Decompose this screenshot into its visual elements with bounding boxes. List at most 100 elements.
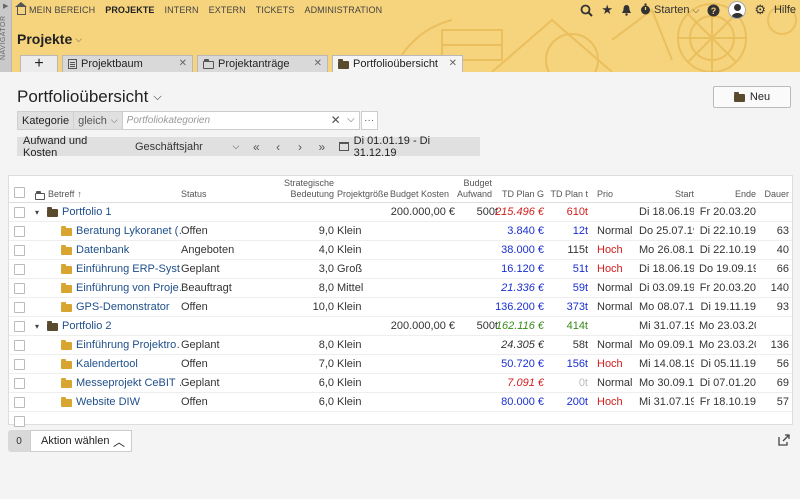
- expand-toggle-icon[interactable]: ▾: [35, 203, 43, 222]
- first-period-button[interactable]: «: [245, 137, 267, 156]
- measure-select[interactable]: Aufwand und Kosten: [17, 135, 129, 159]
- filter-operator-select[interactable]: gleich ⌵: [74, 111, 122, 130]
- project-row[interactable]: Kalendertool Offen 7,0 Klein 50.720 € 156t Hoc…: [9, 355, 792, 374]
- action-select[interactable]: Aktion wählen ︿: [30, 430, 132, 452]
- nav-item-mein-bereich[interactable]: MEIN BEREICH: [12, 0, 100, 20]
- close-icon[interactable]: ✕: [314, 58, 322, 69]
- chevron-down-icon[interactable]: ⌵: [347, 114, 355, 125]
- select-all-checkbox[interactable]: [14, 187, 25, 198]
- row-name[interactable]: Datenbank: [61, 241, 181, 260]
- last-period-button[interactable]: »: [311, 137, 333, 156]
- column-budget-kosten[interactable]: Budget Kosten: [389, 176, 449, 203]
- project-row[interactable]: Messeprojekt CeBIT … Geplant 6,0 Klein 7.091…: [9, 374, 792, 393]
- page-title-dropdown[interactable]: Portfolioübersicht ⌵: [17, 87, 162, 107]
- module-selector[interactable]: Projekte ⌵: [17, 31, 82, 47]
- start-timer-button[interactable]: Starten ⌵: [640, 3, 699, 18]
- gear-icon[interactable]: ⚙: [754, 2, 766, 18]
- nav-item-extern[interactable]: EXTERN: [204, 0, 251, 20]
- portfolio-row[interactable]: ▾ Portfolio 2 200.000,00 € 500t 162.116 € 414…: [9, 317, 792, 336]
- filter-category-input[interactable]: Portfoliokategorien ✕ ⌵: [121, 111, 360, 130]
- user-avatar[interactable]: [728, 1, 747, 19]
- tab-projektbaum[interactable]: Projektbaum ✕: [62, 55, 193, 72]
- bell-icon[interactable]: [621, 4, 632, 16]
- row-checkbox[interactable]: [14, 226, 25, 237]
- row-name[interactable]: Beratung Lykoranet (…: [61, 222, 181, 241]
- add-tab-button[interactable]: +: [20, 55, 58, 72]
- search-icon[interactable]: [580, 4, 594, 17]
- clear-icon[interactable]: ✕: [331, 113, 341, 127]
- column-ende[interactable]: Ende: [699, 176, 756, 203]
- project-row[interactable]: Einführung Projektro… Geplant 8,0 Klein 24.3…: [9, 336, 792, 355]
- column-bedeutung[interactable]: Strategische Bedeutung: [239, 176, 334, 203]
- cell-groesse: Klein: [337, 339, 362, 351]
- help-link[interactable]: Hilfe: [774, 4, 796, 16]
- previous-period-button[interactable]: ‹: [267, 137, 289, 156]
- row-name[interactable]: Einführung ERP-Syst…: [61, 260, 181, 279]
- project-row[interactable]: Website DIW Offen 6,0 Klein 80.000 € 200t Hoch…: [9, 393, 792, 412]
- column-budget-aufwand[interactable]: Budget Aufwand: [454, 176, 492, 203]
- row-name[interactable]: Einführung von Proje…: [61, 279, 181, 298]
- expand-toggle-icon[interactable]: ▾: [35, 317, 43, 336]
- help-icon[interactable]: ?: [707, 4, 720, 17]
- row-name[interactable]: ▾ Portfolio 1: [35, 203, 180, 222]
- project-folder-icon: [61, 340, 72, 350]
- cell-prio: Hoch: [597, 358, 623, 370]
- row-checkbox[interactable]: [14, 378, 25, 389]
- column-prio[interactable]: Prio: [597, 176, 637, 203]
- row-checkbox[interactable]: [14, 302, 25, 313]
- tab-portfoliouebersicht[interactable]: Portfolioübersicht ✕: [332, 55, 463, 72]
- row-checkbox[interactable]: [14, 340, 25, 351]
- more-filter-button[interactable]: ···: [360, 111, 378, 130]
- row-name[interactable]: ▾ Portfolio 2: [35, 317, 180, 336]
- date-range-picker[interactable]: Di 01.01.19 - Di 31.12.19: [333, 135, 480, 159]
- export-icon[interactable]: [777, 433, 791, 447]
- column-groesse[interactable]: Projektgröße: [337, 176, 395, 203]
- project-row[interactable]: GPS-Demonstrator Offen 10,0 Klein 136.200 € 3…: [9, 298, 792, 317]
- column-start[interactable]: Start: [639, 176, 694, 203]
- column-betreff[interactable]: Betreff ↑: [35, 176, 180, 203]
- project-row[interactable]: Datenbank Angeboten 4,0 Klein 38.000 € 115t Ho…: [9, 241, 792, 260]
- nav-item-label: TICKETS: [255, 5, 295, 15]
- row-checkbox[interactable]: [14, 416, 25, 427]
- row-checkbox[interactable]: [14, 207, 25, 218]
- close-icon[interactable]: ✕: [179, 58, 187, 69]
- row-checkbox[interactable]: [14, 264, 25, 275]
- range-type-select[interactable]: Geschäftsjahr ⌵: [129, 137, 245, 156]
- project-row[interactable]: Einführung von Proje… Beauftragt 8,0 Mittel…: [9, 279, 792, 298]
- column-status[interactable]: Status: [181, 176, 239, 203]
- project-row[interactable]: Einführung ERP-Syst… Geplant 3,0 Groß 16.120…: [9, 260, 792, 279]
- star-icon[interactable]: ★: [601, 2, 613, 18]
- tab-label: Projektbaum: [81, 58, 143, 70]
- row-name[interactable]: Kalendertool: [61, 355, 181, 374]
- cell-dauer: 56: [776, 358, 789, 370]
- close-icon[interactable]: ✕: [449, 58, 457, 69]
- row-checkbox[interactable]: [14, 397, 25, 408]
- chevron-down-icon: ⌵: [153, 90, 162, 103]
- row-name-label: Messeprojekt CeBIT …: [76, 377, 181, 389]
- nav-item-projekte[interactable]: PROJEKTE: [100, 0, 159, 20]
- row-name[interactable]: Website DIW: [61, 393, 181, 412]
- column-dauer[interactable]: Dauer: [761, 176, 789, 203]
- row-name[interactable]: GPS-Demonstrator: [61, 298, 181, 317]
- row-checkbox[interactable]: [14, 245, 25, 256]
- row-checkbox[interactable]: [14, 283, 25, 294]
- nav-item-administration[interactable]: ADMINISTRATION: [299, 0, 387, 20]
- column-td-plan-g[interactable]: TD Plan G: [494, 176, 544, 203]
- next-period-button[interactable]: ›: [289, 137, 311, 156]
- column-td-plan-t[interactable]: TD Plan t: [547, 176, 588, 203]
- row-name[interactable]: Einführung Projektro…: [61, 336, 181, 355]
- nav-item-tickets[interactable]: TICKETS: [251, 0, 300, 20]
- cell-td-g: 21.336 €: [501, 282, 544, 294]
- row-checkbox[interactable]: [14, 321, 25, 332]
- new-button[interactable]: Neu: [713, 86, 791, 108]
- tab-projektantraege[interactable]: Projektanträge ✕: [197, 55, 328, 72]
- portfolio-row[interactable]: ▾ Portfolio 1 200.000,00 € 500t 215.496 € 610…: [9, 203, 792, 222]
- row-name[interactable]: Messeprojekt CeBIT …: [61, 374, 181, 393]
- nav-item-intern[interactable]: INTERN: [160, 0, 204, 20]
- expand-arrow-icon[interactable]: ▶: [3, 2, 8, 10]
- navigator-sidebar[interactable]: ▶ NAVIGATOR: [0, 0, 12, 72]
- range-type-value: Geschäftsjahr: [134, 140, 203, 153]
- project-row[interactable]: Beratung Lykoranet (… Offen 9,0 Klein 3.840 …: [9, 222, 792, 241]
- cell-td-t: 200t: [566, 396, 588, 408]
- row-checkbox[interactable]: [14, 359, 25, 370]
